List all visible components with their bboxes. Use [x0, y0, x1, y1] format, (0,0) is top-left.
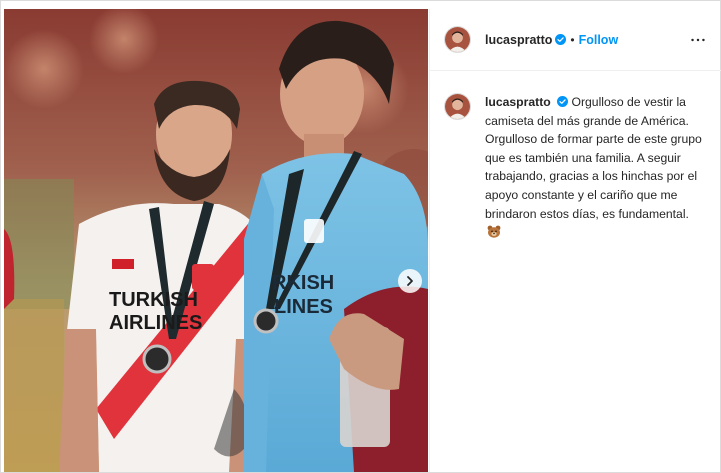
username-link[interactable]: lucaspratto: [485, 33, 552, 47]
caption-username[interactable]: lucaspratto: [485, 95, 551, 109]
football-players-image: TURKISH AIRLINES RKISH LINES: [4, 9, 428, 472]
post-header: lucaspratto • Follow: [430, 9, 721, 71]
shirt-text-right-1: RKISH: [272, 272, 334, 294]
shirt-text-left-1: TURKISH: [109, 289, 198, 311]
caption-text: Orgulloso de vestir la camiseta del más …: [485, 95, 702, 221]
post-modal: TURKISH AIRLINES RKISH LINES lucaspratto…: [0, 0, 721, 473]
caption-row: lucaspratto Orgulloso de vestir la camis…: [430, 71, 721, 242]
more-options-icon[interactable]: [689, 31, 707, 49]
verified-badge-icon: [557, 96, 569, 107]
verified-badge-icon: [555, 34, 567, 45]
carousel-next-button[interactable]: [398, 269, 422, 293]
post-photo[interactable]: TURKISH AIRLINES RKISH LINES: [4, 9, 428, 472]
follow-button[interactable]: Follow: [579, 33, 619, 47]
post-side-panel: lucaspratto • Follow lucaspratto Orgullo…: [429, 9, 721, 472]
avatar[interactable]: [444, 26, 471, 53]
caption-avatar[interactable]: [444, 93, 471, 120]
post-caption: lucaspratto Orgulloso de vestir la camis…: [485, 93, 707, 242]
bear-face-icon: [487, 225, 501, 238]
shirt-text-right-2: LINES: [274, 296, 333, 318]
chevron-right-icon: [407, 276, 413, 286]
shirt-text-left-2: AIRLINES: [109, 312, 202, 334]
separator-dot: •: [570, 32, 575, 47]
